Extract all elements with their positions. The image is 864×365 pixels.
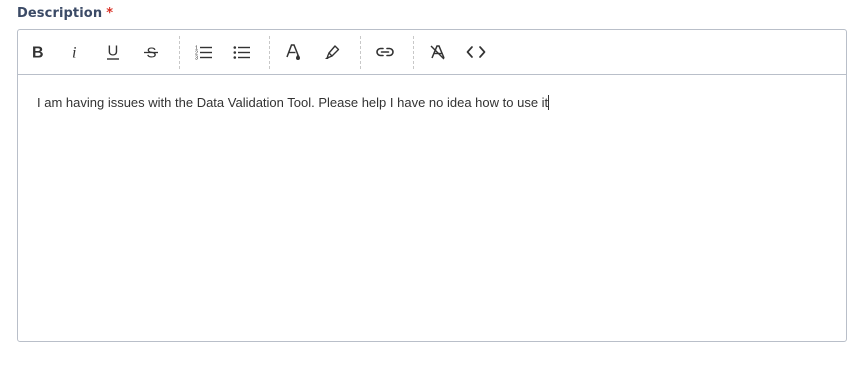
underline-icon: U	[107, 43, 119, 60]
svg-text:B: B	[32, 45, 44, 61]
required-marker: *	[106, 6, 114, 21]
rich-text-editor[interactable]: B i U S 1 2 3 I am having issues with th…	[17, 29, 847, 342]
underline-button[interactable]: U	[99, 38, 127, 66]
text-color-icon	[286, 44, 300, 60]
strikethrough-icon: S	[144, 45, 158, 60]
svg-text:3: 3	[195, 56, 198, 61]
field-label-text: Description	[17, 6, 103, 21]
highlighter-icon	[325, 45, 340, 59]
clear-format-icon	[430, 45, 445, 60]
text-cursor	[548, 95, 550, 110]
svg-text:i: i	[72, 45, 76, 61]
bullet-list-icon	[233, 46, 250, 59]
text-color-button[interactable]	[280, 38, 308, 66]
toolbar-separator	[360, 36, 361, 69]
link-icon	[376, 47, 394, 57]
italic-icon: i	[72, 45, 76, 61]
bullet-list-button[interactable]	[228, 38, 256, 66]
editor-toolbar: B i U S 1 2 3	[18, 30, 846, 75]
editor-text: I am having issues with the Data Validat…	[37, 95, 549, 110]
toolbar-separator	[269, 36, 270, 69]
toolbar-separator	[179, 36, 180, 69]
italic-button[interactable]: i	[61, 38, 89, 66]
bold-icon: B	[32, 45, 44, 61]
field-label: Description *	[17, 6, 113, 21]
code-view-button[interactable]	[462, 38, 490, 66]
link-button[interactable]	[371, 38, 399, 66]
highlight-button[interactable]	[318, 38, 346, 66]
code-icon	[466, 46, 486, 58]
toolbar-separator	[413, 36, 414, 69]
clear-format-button[interactable]	[424, 38, 452, 66]
svg-text:U: U	[108, 43, 119, 60]
editor-content[interactable]: I am having issues with the Data Validat…	[37, 95, 550, 110]
strikethrough-button[interactable]: S	[137, 38, 165, 66]
bold-button[interactable]: B	[23, 38, 51, 66]
ordered-list-icon: 1 2 3	[195, 46, 212, 61]
ordered-list-button[interactable]: 1 2 3	[190, 38, 218, 66]
